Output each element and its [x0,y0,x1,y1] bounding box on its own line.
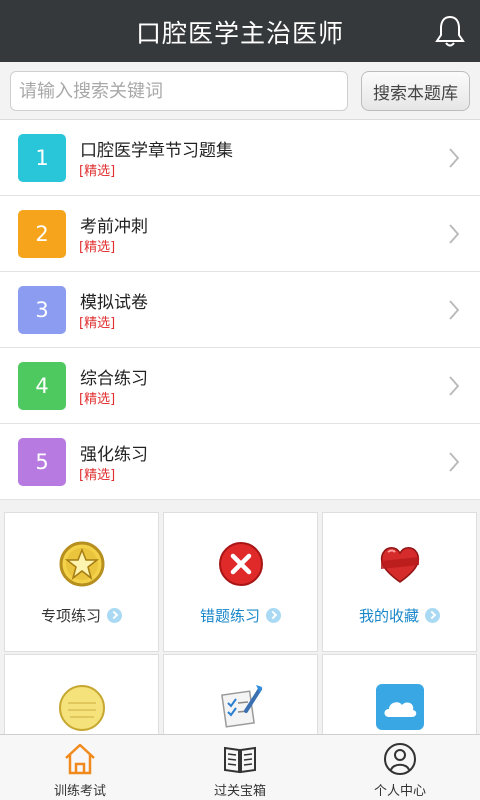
my-favorites-tile[interactable]: 我的收藏 [322,512,477,652]
bottom-tab-bar: 训练考试 过关宝箱 个人中心 [0,734,480,800]
list-item[interactable]: 4 综合练习 [精选] [0,348,480,424]
item-number-badge: 2 [18,210,66,258]
user-icon [384,743,416,775]
tab-label: 训练考试 [53,784,106,799]
item-title: 模拟试卷 [80,293,148,313]
page-title: 口腔医学主治医师 [135,19,344,48]
cloud-icon [376,684,424,730]
item-number-badge: 4 [18,362,66,410]
chevron-right-icon [449,224,460,244]
item-tag: [精选] [79,164,116,179]
item-tag: [精选] [79,316,116,331]
tab-training-exam[interactable]: 训练考试 [0,735,160,800]
tile-label: 我的收藏 [323,605,476,626]
tab-personal-center[interactable]: 个人中心 [320,735,480,800]
item-title: 考前冲刺 [80,217,148,237]
tab-label: 个人中心 [373,784,426,799]
special-practice-tile[interactable]: 专项练习 [4,512,159,652]
notepad-icon [59,685,105,731]
item-tag: [精选] [79,468,116,483]
book-icon [224,746,256,774]
home-icon [65,743,95,775]
go-arrow-icon [425,608,440,623]
item-number-badge: 1 [18,134,66,182]
search-input[interactable] [10,71,348,111]
checklist-pen-icon [221,685,262,728]
go-arrow-icon [107,608,122,623]
tile-label: 错题练习 [164,605,317,626]
item-title: 强化练习 [80,445,148,465]
wrong-questions-tile[interactable]: 错题练习 [163,512,318,652]
list-item[interactable]: 1 口腔医学章节习题集 [精选] [0,120,480,196]
chevron-right-icon [449,148,460,168]
list-item[interactable]: 2 考前冲刺 [精选] [0,196,480,272]
tab-treasure-box[interactable]: 过关宝箱 [160,735,320,800]
item-title: 综合练习 [80,369,148,389]
item-tag: [精选] [79,240,116,255]
item-title: 口腔医学章节习题集 [80,141,233,161]
tab-label: 过关宝箱 [213,784,266,799]
item-number-badge: 5 [18,438,66,486]
search-bar: 搜索本题库 [0,62,480,120]
tile-label: 专项练习 [5,605,158,626]
list-item[interactable]: 5 强化练习 [精选] [0,424,480,500]
chevron-right-icon [449,376,460,396]
search-bank-button[interactable]: 搜索本题库 [361,71,470,111]
go-arrow-icon [266,608,281,623]
bell-icon[interactable] [434,14,466,48]
star-badge-icon [59,541,105,587]
favorite-heart-icon [380,547,420,583]
wrong-x-icon [219,542,263,586]
list-item[interactable]: 3 模拟试卷 [精选] [0,272,480,348]
category-list: 1 口腔医学章节习题集 [精选] 2 考前冲刺 [精选] 3 模拟试卷 [精选]… [0,120,480,500]
chevron-right-icon [449,300,460,320]
item-tag: [精选] [79,392,116,407]
app-header: 口腔医学主治医师 [0,0,480,62]
chevron-right-icon [449,452,460,472]
item-number-badge: 3 [18,286,66,334]
